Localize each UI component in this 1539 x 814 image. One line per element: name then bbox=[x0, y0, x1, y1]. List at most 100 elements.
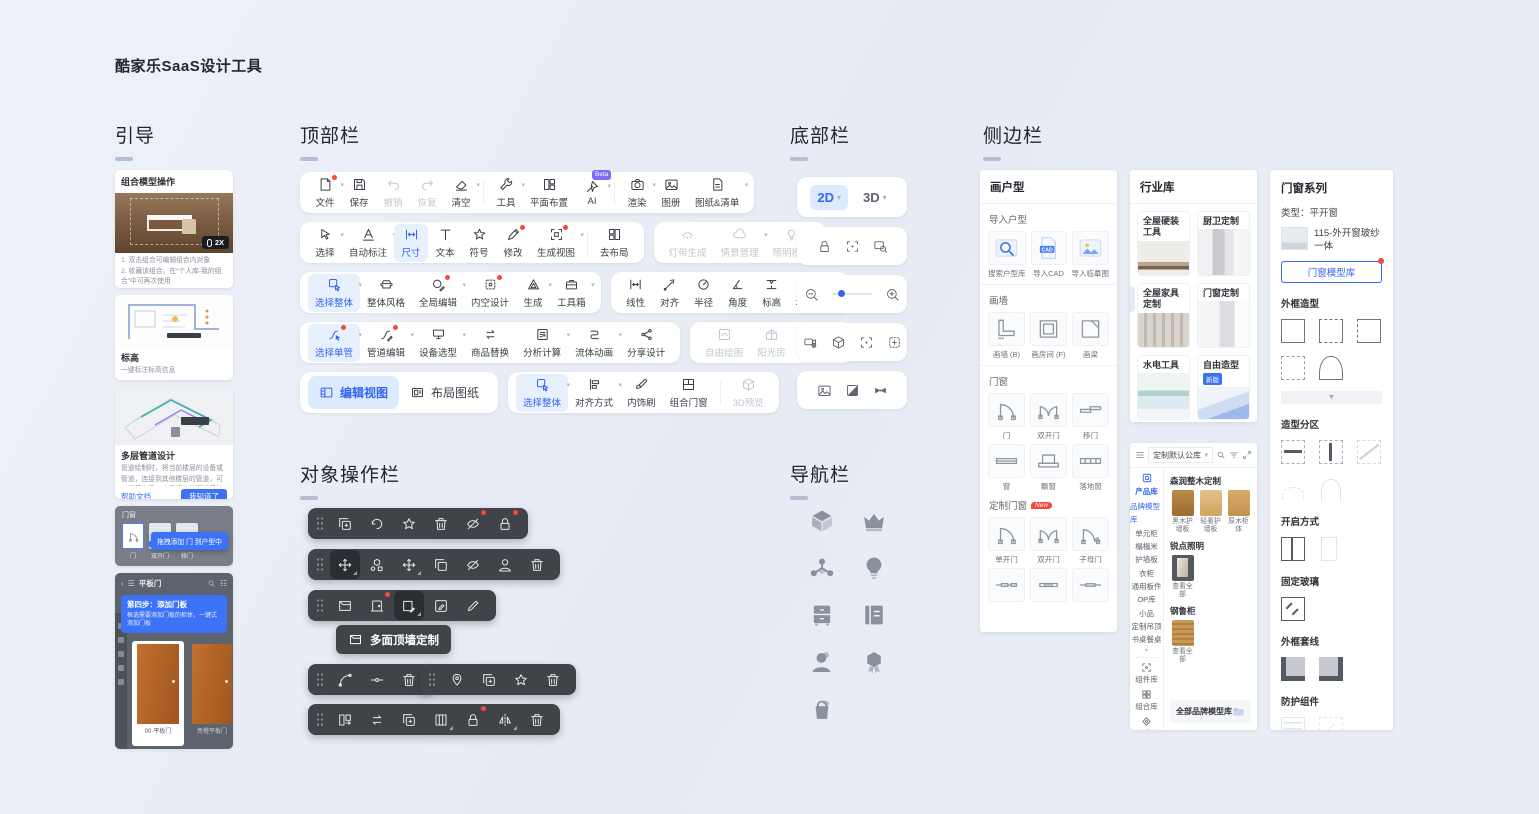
plumbing-card[interactable]: 水电工具 bbox=[1137, 355, 1190, 420]
wall-custom-icon[interactable] bbox=[394, 591, 424, 620]
frame-shape-dashed[interactable] bbox=[1281, 356, 1305, 380]
door-custom-icon[interactable] bbox=[362, 591, 392, 620]
catalog-category[interactable]: OP库 bbox=[1137, 593, 1155, 606]
duplicate-icon[interactable] bbox=[474, 665, 504, 694]
guard-mesh[interactable] bbox=[1319, 717, 1343, 730]
menu-icon[interactable]: ☰ bbox=[128, 580, 135, 588]
lock-icon[interactable] bbox=[458, 705, 488, 734]
device-select-button[interactable]: 设备选型 bbox=[412, 324, 464, 362]
furniture-custom-card[interactable]: 全屋家具定制 bbox=[1137, 283, 1190, 348]
add-view-icon[interactable] bbox=[887, 335, 902, 350]
draw-beam-item[interactable]: 画梁 bbox=[1072, 312, 1109, 358]
custom-window-item[interactable] bbox=[1030, 568, 1067, 614]
draw-room-item[interactable]: 画房间 (F) bbox=[1030, 312, 1067, 358]
preview-3d-button[interactable]: 3D预览 bbox=[726, 374, 771, 412]
zone-arc[interactable] bbox=[1281, 477, 1305, 501]
clear-button[interactable]: 清空 bbox=[444, 174, 478, 212]
inner-design-button[interactable]: 内空设计 bbox=[464, 274, 516, 312]
chevron-down-icon[interactable]: ▾ bbox=[1145, 647, 1148, 655]
tools-button[interactable]: 工具 bbox=[489, 174, 523, 212]
contrast-icon[interactable] bbox=[845, 383, 860, 398]
catalog-category[interactable]: 定制吊顶 bbox=[1132, 620, 1162, 633]
catalog-category[interactable]: 通用板件 bbox=[1132, 580, 1162, 593]
window-model-lib-button[interactable]: 门窗模型库 bbox=[1281, 261, 1382, 283]
delete-icon[interactable] bbox=[522, 705, 552, 734]
pipe-edit-button[interactable]: 管道编辑 bbox=[360, 324, 412, 362]
kitchen-bath-card[interactable]: 厨卫定制 bbox=[1197, 211, 1250, 276]
zone-arch[interactable] bbox=[1319, 477, 1343, 501]
import-trace-item[interactable]: 导入临摹图 bbox=[1072, 231, 1110, 277]
frame-shape-solid[interactable] bbox=[1281, 319, 1305, 343]
catalog-category[interactable]: 单元柜 bbox=[1135, 527, 1158, 540]
zone-horizontal[interactable] bbox=[1281, 440, 1305, 464]
panel-swap-icon[interactable] bbox=[330, 705, 360, 734]
son-mother-door-item[interactable]: 子母门 bbox=[1072, 517, 1109, 563]
layout-paper-button[interactable]: 布局图纸 bbox=[399, 376, 490, 409]
drag-handle-icon[interactable] bbox=[316, 672, 324, 687]
scene-manage-button[interactable]: 情景管理 bbox=[714, 224, 766, 262]
custom-window-item[interactable] bbox=[1072, 568, 1109, 614]
exchange-icon[interactable] bbox=[362, 705, 392, 734]
brand-model-item[interactable]: 原木柜体 bbox=[1226, 490, 1251, 535]
elevation-dim-button[interactable]: 标高 bbox=[755, 274, 789, 312]
favorite-icon[interactable] bbox=[506, 665, 536, 694]
modify-button[interactable]: 修改 bbox=[496, 224, 530, 262]
angle-dim-button[interactable]: 角度 bbox=[721, 274, 755, 312]
sliding-door-icon[interactable] bbox=[426, 705, 456, 734]
product-lib-tab[interactable]: 产品库 bbox=[1135, 472, 1158, 500]
medal-nav-icon[interactable] bbox=[858, 646, 890, 678]
orbit-view-icon[interactable] bbox=[831, 335, 846, 350]
component-lib-item[interactable]: 组件库 bbox=[1135, 660, 1158, 687]
move-icon[interactable] bbox=[330, 550, 360, 579]
tools-nav-icon[interactable] bbox=[806, 693, 838, 725]
vip-nav-icon[interactable] bbox=[858, 505, 890, 537]
frame-shape-dash-left[interactable] bbox=[1357, 319, 1381, 343]
drag-handle-icon[interactable] bbox=[428, 672, 436, 687]
edit-view-button[interactable]: 编辑视图 bbox=[308, 376, 399, 409]
catalog-category[interactable]: 小品 bbox=[1139, 607, 1154, 620]
custom-double-door-item[interactable]: 双开门 bbox=[1030, 517, 1067, 563]
list-icon[interactable]: ☷ bbox=[220, 580, 227, 588]
to-layout-button[interactable]: 去布局 bbox=[593, 224, 636, 262]
free-modeling-card[interactable]: 自由造型 新版 bbox=[1197, 355, 1250, 420]
drag-handle-icon[interactable] bbox=[316, 516, 324, 531]
rotate-icon[interactable] bbox=[362, 509, 392, 538]
window-combo-button[interactable]: 组合门窗 bbox=[663, 374, 715, 412]
search-icon[interactable] bbox=[207, 579, 216, 588]
brand-model-item[interactable]: 查看全部 bbox=[1170, 620, 1195, 665]
got-it-button[interactable]: 我知道了 bbox=[181, 489, 227, 499]
trim-right[interactable] bbox=[1319, 657, 1343, 681]
guard-grille[interactable] bbox=[1281, 717, 1305, 730]
album-nav-icon[interactable] bbox=[858, 599, 890, 631]
recenter-icon[interactable] bbox=[859, 335, 874, 350]
hide-icon[interactable] bbox=[458, 550, 488, 579]
view-search-icon[interactable] bbox=[873, 239, 888, 254]
mini-door-card[interactable] bbox=[122, 523, 144, 549]
file-button[interactable]: 文件 bbox=[308, 174, 342, 212]
frame-shape-dash-tb[interactable] bbox=[1319, 319, 1343, 343]
snapshot-icon[interactable] bbox=[817, 383, 832, 398]
all-brands-button[interactable]: 全部品牌模型库 bbox=[1170, 700, 1251, 723]
drag-handle-icon[interactable] bbox=[316, 598, 324, 613]
zone-diagonal[interactable] bbox=[1357, 440, 1381, 464]
linear-dim-button[interactable]: 线性 bbox=[619, 274, 653, 312]
trim-left[interactable] bbox=[1281, 657, 1305, 681]
combo-lib-item[interactable]: 组合库 bbox=[1135, 687, 1158, 714]
auto-dimension-button[interactable]: 自动标注 bbox=[342, 224, 394, 262]
dimension-button[interactable]: 尺寸 bbox=[394, 224, 428, 262]
filter-icon[interactable] bbox=[1229, 450, 1239, 460]
catalog-category[interactable]: 衣柜 bbox=[1139, 567, 1154, 580]
expand-icon[interactable] bbox=[1242, 450, 1252, 460]
lock-view-icon[interactable] bbox=[817, 239, 832, 254]
select-whole-button[interactable]: 选择整体 bbox=[308, 274, 360, 312]
library-select[interactable]: 定制默认公库 bbox=[1148, 447, 1213, 463]
member-icon[interactable] bbox=[490, 550, 520, 579]
door-window-card[interactable]: 门窗定制 bbox=[1197, 283, 1250, 348]
help-doc-link[interactable]: 帮助文档 bbox=[121, 491, 151, 499]
brand-model-item[interactable]: 轻奢护墙板 bbox=[1198, 490, 1223, 535]
floorplan-button[interactable]: 平面布置 bbox=[523, 174, 575, 212]
door-panel-item[interactable]: 亮橙平板门 bbox=[191, 641, 233, 746]
catalog-category[interactable]: 护墙板 bbox=[1135, 553, 1158, 566]
redo-button[interactable]: 恢复 bbox=[410, 174, 444, 212]
search-icon[interactable] bbox=[1216, 450, 1226, 460]
